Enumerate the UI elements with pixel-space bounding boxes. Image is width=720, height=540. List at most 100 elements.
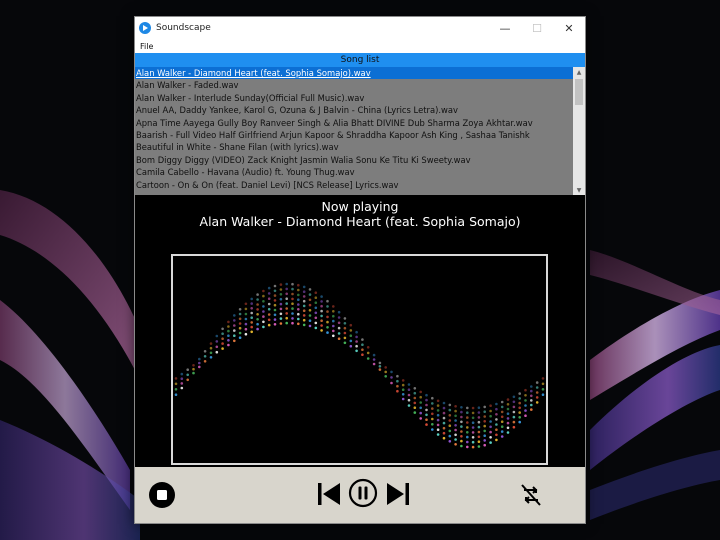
- visualizer-dot: [303, 314, 306, 317]
- visualizer-dot: [384, 375, 387, 378]
- visualizer-dot: [408, 388, 411, 391]
- visualizer-dot: [443, 402, 446, 405]
- visualizer-dot: [495, 428, 498, 431]
- visualizer-dot: [262, 310, 265, 313]
- visualizer-dot: [536, 401, 539, 404]
- visualizer-dot: [256, 293, 259, 296]
- visualizer-dot: [280, 308, 283, 311]
- visualizer-dot: [221, 342, 224, 345]
- visualizer-dot: [355, 345, 358, 348]
- song-list-scrollbar[interactable]: ▲ ▼: [573, 67, 585, 195]
- visualizer-dot: [460, 416, 463, 419]
- visualizer-dot: [309, 319, 312, 322]
- visualizer-dot: [210, 342, 213, 345]
- visualizer-dot: [315, 291, 318, 294]
- song-item[interactable]: Camila Cabello - Havana (Audio) ft. Youn…: [135, 166, 573, 178]
- visualizer-dot: [449, 404, 452, 407]
- visualizer-dot: [285, 322, 288, 325]
- visualizer-dot: [320, 305, 323, 308]
- visualizer-dot: [437, 433, 440, 436]
- visualizer-dot: [507, 412, 510, 415]
- visualizer-dot: [530, 390, 533, 393]
- pause-button[interactable]: [348, 478, 378, 508]
- visualizer-dot: [518, 397, 521, 400]
- song-item[interactable]: Anuel AA, Daddy Yankee, Karol G, Ozuna &…: [135, 104, 573, 116]
- visualizer-dot: [513, 406, 516, 409]
- visualizer-dot: [419, 407, 422, 410]
- visualizer-dot: [466, 436, 469, 439]
- visualizer-dot: [326, 300, 329, 303]
- visualizer-dot: [402, 388, 405, 391]
- song-item[interactable]: Baarish - Full Video Half Girlfriend Arj…: [135, 129, 573, 141]
- visualizer-dot: [542, 393, 545, 396]
- visualizer-dot: [285, 288, 288, 291]
- visualizer-dot: [472, 441, 475, 444]
- visualizer-dot: [303, 305, 306, 308]
- visualizer-dot: [478, 436, 481, 439]
- visualizer-dot: [186, 379, 189, 382]
- minimize-button[interactable]: —: [489, 17, 521, 39]
- visualizer-dot: [454, 415, 457, 418]
- visualizer-dot: [192, 364, 195, 367]
- song-item[interactable]: Alan Walker - Faded.wav: [135, 79, 573, 91]
- visualizer-dot: [396, 385, 399, 388]
- visualizer-dot: [250, 321, 253, 324]
- visualizer-dot: [361, 338, 364, 341]
- menu-file[interactable]: File: [139, 42, 154, 51]
- visualizer-dot: [344, 337, 347, 340]
- visualizer-dot: [274, 314, 277, 317]
- visualizer-dot: [431, 423, 434, 426]
- visualizer-dot: [250, 326, 253, 329]
- visualizer-dot: [478, 406, 481, 409]
- song-item[interactable]: Bom Diggy Diggy (VIDEO) Zack Knight Jasm…: [135, 154, 573, 166]
- visualizer-dot: [344, 327, 347, 330]
- next-button[interactable]: [385, 479, 411, 509]
- visualizer-dot: [513, 426, 516, 429]
- visualizer-dot: [303, 300, 306, 303]
- visualizer-dot: [274, 299, 277, 302]
- song-item[interactable]: Apna Time Aayega Gully Boy Ranveer Singh…: [135, 117, 573, 129]
- close-button[interactable]: ✕: [553, 17, 585, 39]
- song-item[interactable]: Beautiful in White - Shane Filan (with l…: [135, 141, 573, 153]
- visualizer-dot: [344, 342, 347, 345]
- song-item[interactable]: Alan Walker - Interlude Sunday(Official …: [135, 92, 573, 104]
- visualizer-dot: [449, 414, 452, 417]
- visualizer-dot: [262, 315, 265, 318]
- visualizer-dot: [262, 305, 265, 308]
- visualizer-dot: [256, 328, 259, 331]
- song-item-selected[interactable]: Alan Walker - Diamond Heart (feat. Sophi…: [135, 67, 573, 79]
- visualizer-dot: [285, 302, 288, 305]
- visualizer-dot: [303, 324, 306, 327]
- visualizer-dot: [367, 357, 370, 360]
- visualizer-dot: [338, 337, 341, 340]
- song-item[interactable]: Cartoon - On & On (feat. Daniel Levi) [N…: [135, 179, 573, 191]
- visualizer-dot: [524, 409, 527, 412]
- visualizer-dot: [454, 429, 457, 432]
- visualizer-dot: [297, 294, 300, 297]
- song-list[interactable]: Alan Walker - Diamond Heart (feat. Sophi…: [135, 67, 585, 195]
- visualizer-dot: [489, 404, 492, 407]
- visualizer-dot: [478, 416, 481, 419]
- scroll-up-icon[interactable]: ▲: [573, 67, 585, 77]
- visualizer-dot: [350, 334, 353, 337]
- visualizer-dot: [478, 431, 481, 434]
- previous-button[interactable]: [316, 479, 342, 509]
- visualizer-dot: [367, 346, 370, 349]
- visualizer-dot: [419, 417, 422, 420]
- stop-button[interactable]: [148, 481, 176, 509]
- maximize-button[interactable]: ☐: [521, 17, 553, 39]
- visualizer-dot: [315, 301, 318, 304]
- visualizer-dot: [530, 408, 533, 411]
- visualizer-dot: [268, 308, 271, 311]
- scroll-down-icon[interactable]: ▼: [573, 185, 585, 195]
- visualizer-dot: [437, 409, 440, 412]
- visualizer-dot: [454, 443, 457, 446]
- visualizer-dot: [320, 329, 323, 332]
- visualizer-dot: [373, 358, 376, 361]
- title-bar[interactable]: Soundscape — ☐ ✕: [135, 17, 585, 39]
- visualizer-dot: [245, 308, 248, 311]
- visualizer-dot: [489, 410, 492, 413]
- scroll-thumb[interactable]: [575, 79, 583, 105]
- visualizer-dot: [472, 436, 475, 439]
- repeat-toggle-button[interactable]: [518, 482, 544, 508]
